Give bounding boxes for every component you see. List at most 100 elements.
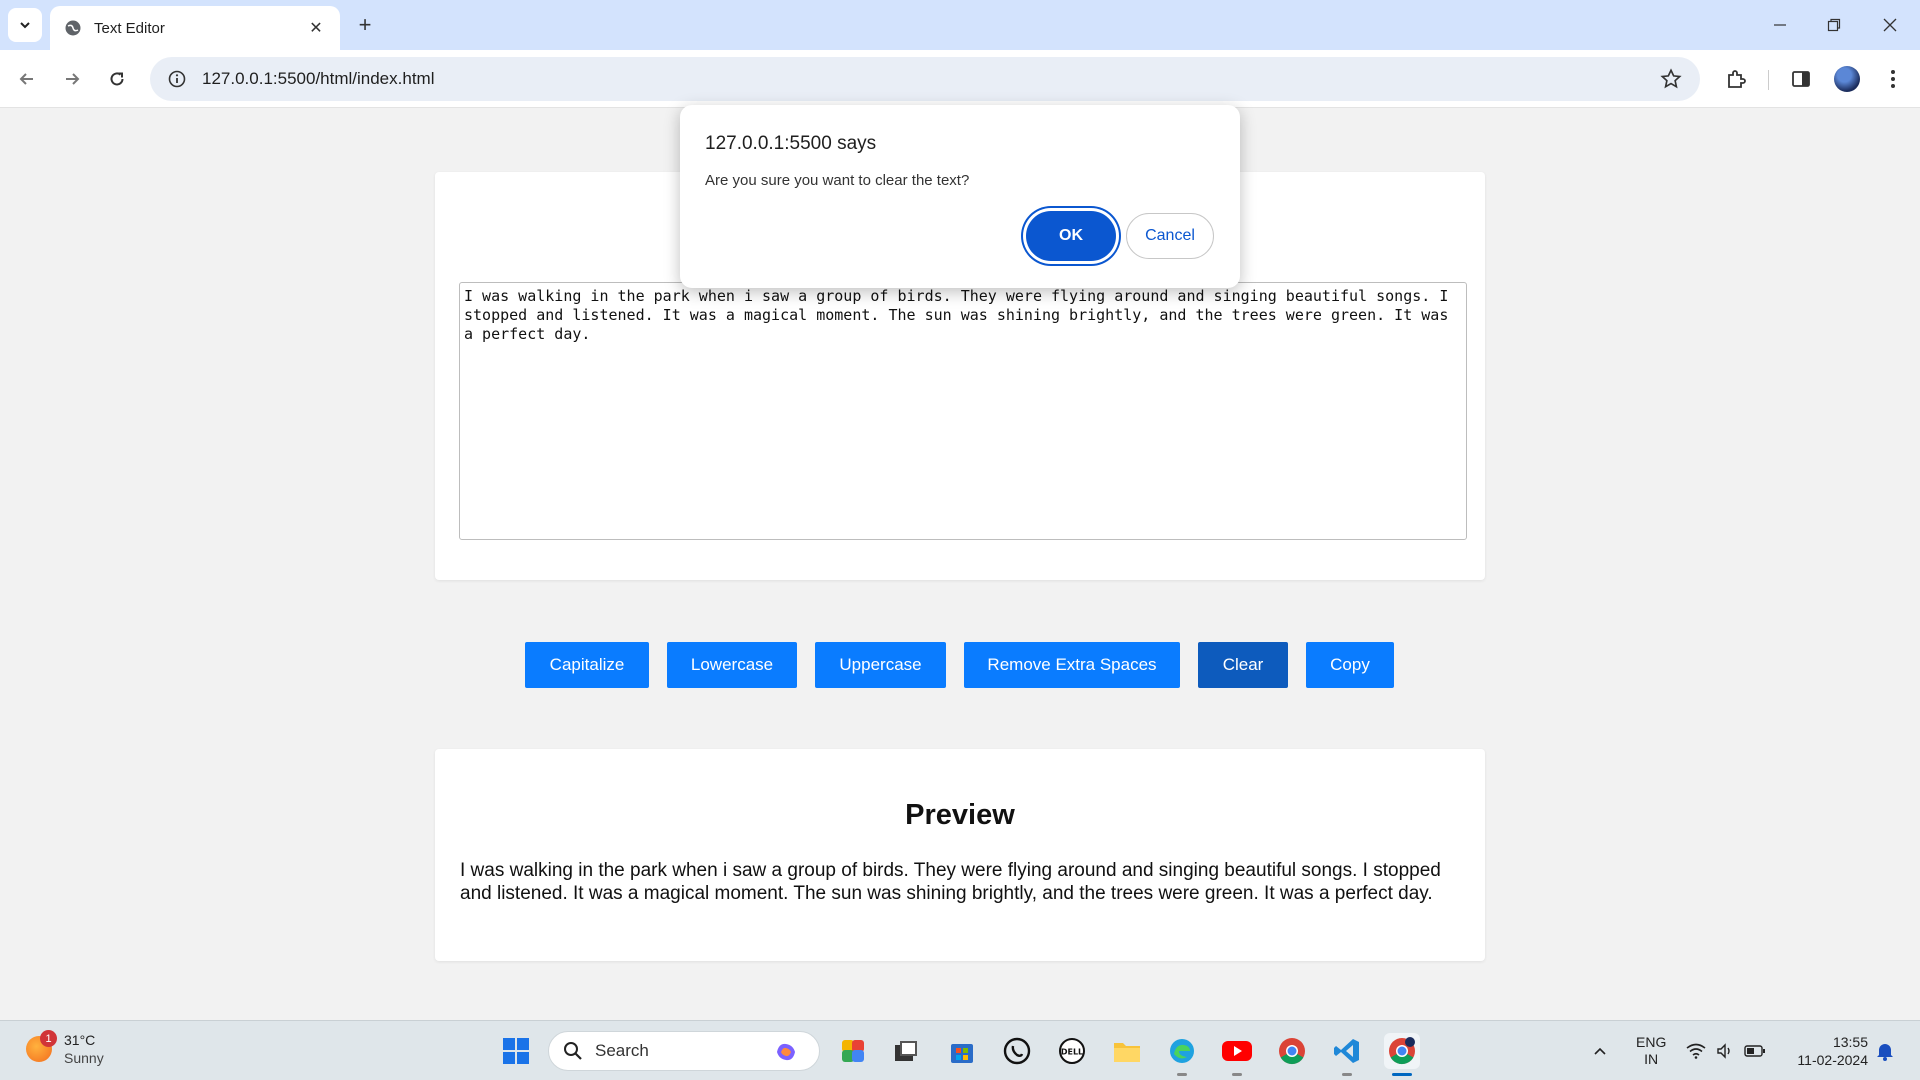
running-indicator: [1232, 1073, 1242, 1076]
taskbar-app-dell[interactable]: DELL: [1054, 1033, 1090, 1069]
taskbar-app-vscode[interactable]: [1329, 1033, 1365, 1069]
wifi-icon: [1686, 1043, 1706, 1059]
kebab-menu-icon: [1891, 70, 1895, 88]
sun-icon: 1: [26, 1030, 57, 1062]
avatar: [1834, 66, 1860, 92]
clock[interactable]: 13:55 11-02-2024: [1786, 1021, 1868, 1080]
ok-button[interactable]: OK: [1026, 211, 1116, 261]
preview-title: Preview: [905, 799, 1015, 831]
clear-button[interactable]: Clear: [1198, 642, 1288, 688]
tab-search-button[interactable]: [8, 8, 42, 42]
capitalize-button[interactable]: Capitalize: [525, 642, 649, 688]
uppercase-button[interactable]: Uppercase: [815, 642, 946, 688]
reload-button[interactable]: [100, 62, 134, 96]
notifications-button[interactable]: [1876, 1021, 1894, 1080]
close-icon[interactable]: ✕: [306, 18, 326, 38]
tab-title: Text Editor: [94, 19, 165, 37]
running-indicator: [1342, 1073, 1352, 1076]
search-placeholder: Search: [595, 1041, 649, 1060]
taskbar-app-chrome-profile[interactable]: [1384, 1033, 1420, 1069]
taskbar-app-whatsapp[interactable]: [999, 1033, 1035, 1069]
copy-button[interactable]: Copy: [1306, 642, 1394, 688]
system-status[interactable]: [1686, 1021, 1766, 1080]
taskbar-app-edge[interactable]: [1164, 1033, 1200, 1069]
taskbar-app-youtube[interactable]: [1219, 1033, 1255, 1069]
restore-icon: [1827, 18, 1841, 32]
chrome-profile-icon: [1389, 1037, 1415, 1065]
copilot-icon: [777, 1043, 795, 1061]
close-window-button[interactable]: [1862, 0, 1918, 50]
close-icon: [1883, 18, 1897, 32]
taskbar-app-chrome[interactable]: [1274, 1033, 1310, 1069]
chevron-up-icon: [1594, 1047, 1606, 1055]
address-bar[interactable]: 127.0.0.1:5500/html/index.html: [150, 57, 1700, 101]
minimize-button[interactable]: [1752, 0, 1808, 50]
tab-strip: Text Editor ✕ +: [0, 0, 1920, 50]
search-icon: [564, 1042, 582, 1060]
side-panel-icon: [1792, 71, 1810, 87]
volume-icon: [1717, 1043, 1730, 1059]
forward-arrow-icon: [66, 73, 80, 85]
browser-toolbar: 127.0.0.1:5500/html/index.html: [0, 50, 1920, 108]
weather-widget[interactable]: 1 31°C Sunny: [26, 1030, 104, 1067]
puzzle-icon: [1728, 70, 1746, 88]
vscode-icon: [1334, 1039, 1359, 1063]
url-text: 127.0.0.1:5500/html/index.html: [202, 69, 435, 88]
youtube-icon: [1222, 1041, 1252, 1061]
dialog-message: Are you sure you want to clear the text?: [705, 172, 970, 189]
minimize-icon: [1774, 24, 1786, 26]
chrome-icon: [1279, 1038, 1305, 1065]
clock-date: 11-02-2024: [1797, 1052, 1868, 1068]
preview-text: I was walking in the park when i saw a g…: [460, 860, 1441, 904]
new-tab-button[interactable]: +: [352, 12, 378, 38]
toolbar-divider: [1768, 70, 1769, 90]
taskbar: 1 31°C Sunny Search DELL ENG IN 13:55 11…: [0, 1020, 1920, 1080]
taskbar-app-file-explorer[interactable]: [1109, 1033, 1145, 1069]
tab-text-editor[interactable]: Text Editor ✕: [50, 6, 340, 50]
whatsapp-icon: [1003, 1037, 1031, 1065]
reload-icon: [110, 72, 124, 86]
side-panel-button[interactable]: [1784, 62, 1818, 96]
windows-icon: [503, 1038, 529, 1064]
star-icon[interactable]: [1660, 68, 1682, 90]
dialog-title: 127.0.0.1:5500 says: [705, 133, 877, 154]
remove-extra-spaces-button[interactable]: Remove Extra Spaces: [964, 642, 1180, 688]
taskbar-search[interactable]: Search: [548, 1031, 820, 1071]
tray-overflow[interactable]: [1592, 1021, 1608, 1080]
language-indicator[interactable]: ENG IN: [1636, 1021, 1666, 1080]
taskbar-app-store[interactable]: [944, 1033, 980, 1069]
running-indicator: [1177, 1073, 1187, 1076]
edge-icon: [1170, 1039, 1194, 1063]
text-input[interactable]: I was walking in the park when i saw a g…: [459, 282, 1467, 540]
store-icon: [951, 1044, 973, 1063]
battery-icon: [1744, 1045, 1765, 1057]
action-buttons: Capitalize Lowercase Uppercase Remove Ex…: [0, 642, 1920, 688]
forward-button[interactable]: [55, 62, 89, 96]
notification-badge: 1: [40, 1030, 57, 1047]
taskbar-app-task-view[interactable]: [888, 1033, 924, 1069]
region-code: IN: [1644, 1051, 1659, 1067]
copilot-app-icon: [842, 1040, 864, 1062]
start-button[interactable]: [498, 1033, 534, 1069]
chevron-down-icon: [20, 22, 30, 29]
weather-description: Sunny: [64, 1050, 104, 1066]
svg-text:DELL: DELL: [1061, 1048, 1083, 1057]
cancel-button[interactable]: Cancel: [1126, 213, 1214, 259]
back-button[interactable]: [10, 62, 44, 96]
bell-icon: [1877, 1044, 1893, 1061]
preview-card: Preview I was walking in the park when i…: [435, 749, 1485, 961]
profile-button[interactable]: [1830, 62, 1864, 96]
lowercase-button[interactable]: Lowercase: [667, 642, 797, 688]
running-indicator-active: [1392, 1073, 1412, 1076]
extensions-button[interactable]: [1719, 62, 1753, 96]
restore-button[interactable]: [1806, 0, 1862, 50]
globe-icon: [65, 20, 81, 36]
folder-icon: [1114, 1043, 1140, 1062]
site-info-icon[interactable]: [168, 70, 186, 88]
taskbar-app-copilot[interactable]: [836, 1033, 872, 1069]
language-code: ENG: [1636, 1034, 1667, 1050]
dell-icon: DELL: [1059, 1038, 1085, 1064]
menu-button[interactable]: [1876, 62, 1910, 96]
confirm-dialog: 127.0.0.1:5500 says Are you sure you wan…: [680, 105, 1240, 288]
task-view-icon: [895, 1041, 917, 1061]
